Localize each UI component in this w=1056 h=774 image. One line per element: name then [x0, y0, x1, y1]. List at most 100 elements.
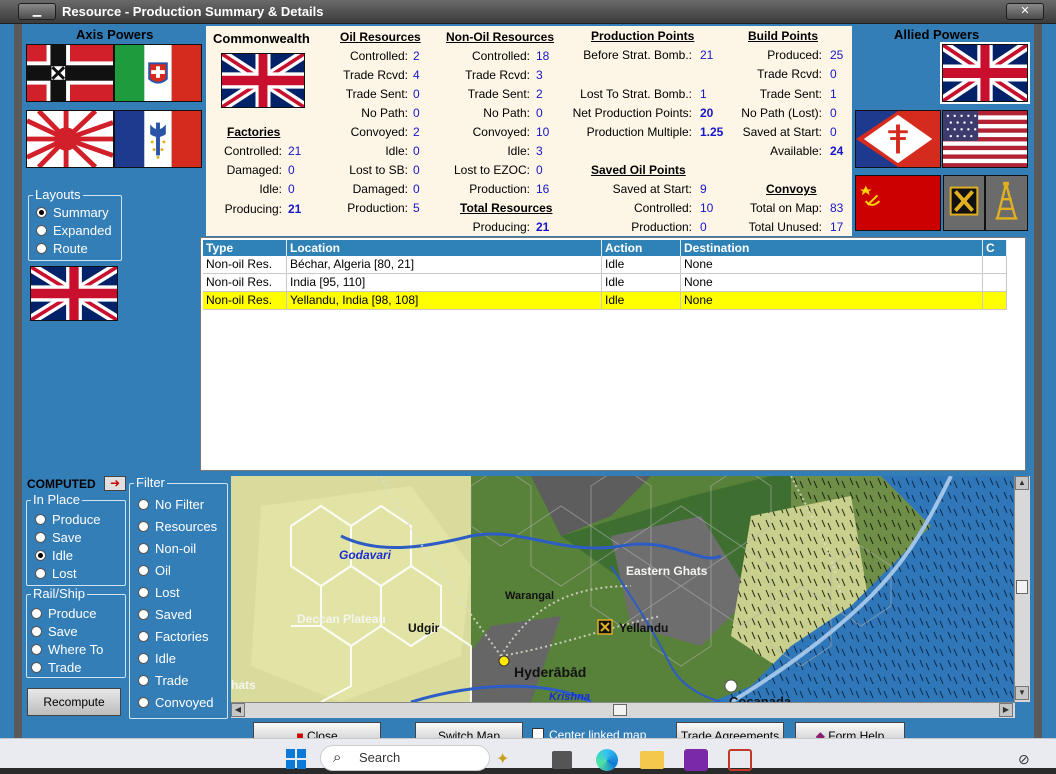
- in-place-lost-radio[interactable]: Lost: [35, 566, 77, 581]
- radio-dot: [138, 565, 149, 576]
- scroll-left-arrow-icon[interactable]: ◀: [231, 703, 245, 717]
- resource-window: ▁ Resource - Production Summary & Detail…: [0, 0, 1056, 768]
- oil-controlled-value: 2: [413, 49, 420, 63]
- filter-factories-radio[interactable]: Factories: [138, 629, 208, 644]
- in-place-idle-radio[interactable]: Idle: [35, 548, 73, 563]
- filter-no-filter-radio[interactable]: No Filter: [138, 497, 204, 512]
- title-bar: ▁ Resource - Production Summary & Detail…: [0, 0, 1056, 24]
- computed-arrow-button[interactable]: ➜: [104, 476, 126, 491]
- factories-idle-label: Idle:: [259, 182, 282, 196]
- map-label-cocanada: Cocanada: [729, 694, 792, 702]
- filter-resources-radio[interactable]: Resources: [138, 519, 217, 534]
- italy-flag[interactable]: [114, 44, 202, 102]
- table-row[interactable]: Non-oil Res. Béchar, Algeria [80, 21] Id…: [203, 256, 1007, 274]
- country-name: Commonwealth: [213, 31, 310, 46]
- free-france-flag[interactable]: [855, 110, 941, 168]
- pp-lost-value: 1: [700, 87, 707, 101]
- rail-produce-radio[interactable]: Produce: [31, 606, 96, 621]
- horizontal-scroll-thumb[interactable]: [613, 704, 627, 716]
- oil-trade-rcvd-label: Trade Rcvd:: [343, 68, 408, 82]
- usa-flag[interactable]: [942, 110, 1028, 168]
- radio-label: Trade: [48, 660, 82, 675]
- factories-producing-label: Producing:: [224, 202, 282, 216]
- rail-save-radio[interactable]: Save: [31, 624, 78, 639]
- oil-resources-title: Oil Resources: [340, 30, 421, 44]
- cell-c: [983, 256, 1007, 274]
- filter-saved-radio[interactable]: Saved: [138, 607, 192, 622]
- filter-idle-radio[interactable]: Idle: [138, 651, 176, 666]
- filter-non-oil-radio[interactable]: Non-oil: [138, 541, 196, 556]
- map-vertical-scrollbar[interactable]: ▲ ▼: [1014, 476, 1030, 702]
- layouts-group: Layouts Summary Expanded Route: [28, 187, 122, 261]
- nonoil-idle-value: 3: [536, 144, 543, 158]
- in-place-group: In Place Produce Save Idle Lost: [26, 492, 126, 586]
- filter-convoyed-radio[interactable]: Convoyed: [138, 695, 214, 710]
- nonoil-production-value: 16: [536, 182, 550, 196]
- nonoil-lost-to-ezoc-label: Lost to EZOC:: [453, 163, 530, 177]
- radio-dot: [138, 499, 149, 510]
- table-row-selected[interactable]: Non-oil Res. Yellandu, India [98, 108] I…: [203, 292, 1007, 310]
- layout-expanded-radio[interactable]: Expanded: [36, 223, 112, 238]
- hex-map[interactable]: Godavari Eastern Ghats Warangal Deccan P…: [231, 476, 1015, 702]
- cell-action: Idle: [602, 256, 681, 274]
- oil-no-path-value: 0: [413, 106, 420, 120]
- oil-derrick-icon[interactable]: [985, 175, 1028, 231]
- cell-destination: None: [681, 256, 983, 274]
- bp-saved-label: Saved at Start:: [742, 125, 822, 139]
- file-explorer-icon[interactable]: [640, 751, 664, 769]
- bp-saved-value: 0: [830, 125, 837, 139]
- taskbar-search-box[interactable]: ⌕ Search: [320, 745, 490, 771]
- mine-resource-icon[interactable]: [943, 175, 985, 231]
- network-icon[interactable]: ⊘: [1018, 751, 1038, 769]
- radio-dot: [36, 225, 47, 236]
- oil-damaged-value: 0: [413, 182, 420, 196]
- layout-route-radio[interactable]: Route: [36, 241, 88, 256]
- recompute-button[interactable]: Recompute: [27, 688, 121, 716]
- pp-before-value: 21: [700, 48, 714, 62]
- filter-oil-radio[interactable]: Oil: [138, 563, 171, 578]
- pp-net-value: 20: [700, 106, 714, 120]
- ussr-flag[interactable]: [855, 175, 941, 231]
- pp-lost-label: Lost To Strat. Bomb.:: [580, 87, 692, 101]
- task-view-icon[interactable]: [552, 751, 572, 769]
- map-horizontal-scrollbar[interactable]: ◀ ▶: [231, 702, 1015, 718]
- map-label-udgir: Udgir: [408, 621, 440, 635]
- filter-trade-radio[interactable]: Trade: [138, 673, 188, 688]
- uk-flag[interactable]: [940, 42, 1030, 104]
- in-place-save-radio[interactable]: Save: [35, 530, 82, 545]
- radio-dot: [31, 626, 42, 637]
- window-menu-button[interactable]: ▁: [18, 3, 56, 20]
- layout-summary-radio[interactable]: Summary: [36, 205, 109, 220]
- saved-oil-points-title: Saved Oil Points: [591, 163, 686, 177]
- vertical-scroll-thumb[interactable]: [1016, 580, 1028, 594]
- nonoil-controlled-value: 18: [536, 49, 550, 63]
- convoys-unused-label: Total Unused:: [748, 220, 822, 234]
- radio-dot: [35, 514, 46, 525]
- scroll-right-arrow-icon[interactable]: ▶: [999, 703, 1013, 717]
- production-points-title: Production Points: [591, 29, 695, 43]
- rail-where-to-radio[interactable]: Where To: [31, 642, 103, 657]
- copilot-sparkle-icon[interactable]: ✦: [496, 749, 526, 769]
- window-title: Resource - Production Summary & Details: [62, 4, 324, 19]
- windows-start-icon[interactable]: [286, 749, 306, 769]
- bp-no-path-value: 0: [830, 106, 837, 120]
- germany-flag[interactable]: [26, 44, 114, 102]
- factories-title: Factories: [227, 125, 281, 139]
- factories-damaged-value: 0: [288, 163, 295, 177]
- japan-flag[interactable]: [26, 110, 114, 168]
- close-window-button[interactable]: ✕: [1006, 3, 1044, 20]
- non-oil-resources-title: Non-Oil Resources: [446, 30, 555, 44]
- nonoil-no-path-value: 0: [536, 106, 543, 120]
- radio-label: Oil: [155, 563, 171, 578]
- scroll-up-arrow-icon[interactable]: ▲: [1015, 476, 1029, 490]
- in-place-produce-radio[interactable]: Produce: [35, 512, 100, 527]
- rail-trade-radio[interactable]: Trade: [31, 660, 81, 675]
- table-row[interactable]: Non-oil Res. India [95, 110] Idle None: [203, 274, 1007, 292]
- map-label-warangal: Warangal: [505, 590, 555, 602]
- commonwealth-current-flag: [30, 266, 118, 321]
- cell-action: Idle: [602, 292, 681, 310]
- oil-trade-sent-value: 0: [413, 87, 420, 101]
- filter-lost-radio[interactable]: Lost: [138, 585, 180, 600]
- vichy-france-flag[interactable]: [114, 110, 202, 168]
- scroll-down-arrow-icon[interactable]: ▼: [1015, 686, 1029, 700]
